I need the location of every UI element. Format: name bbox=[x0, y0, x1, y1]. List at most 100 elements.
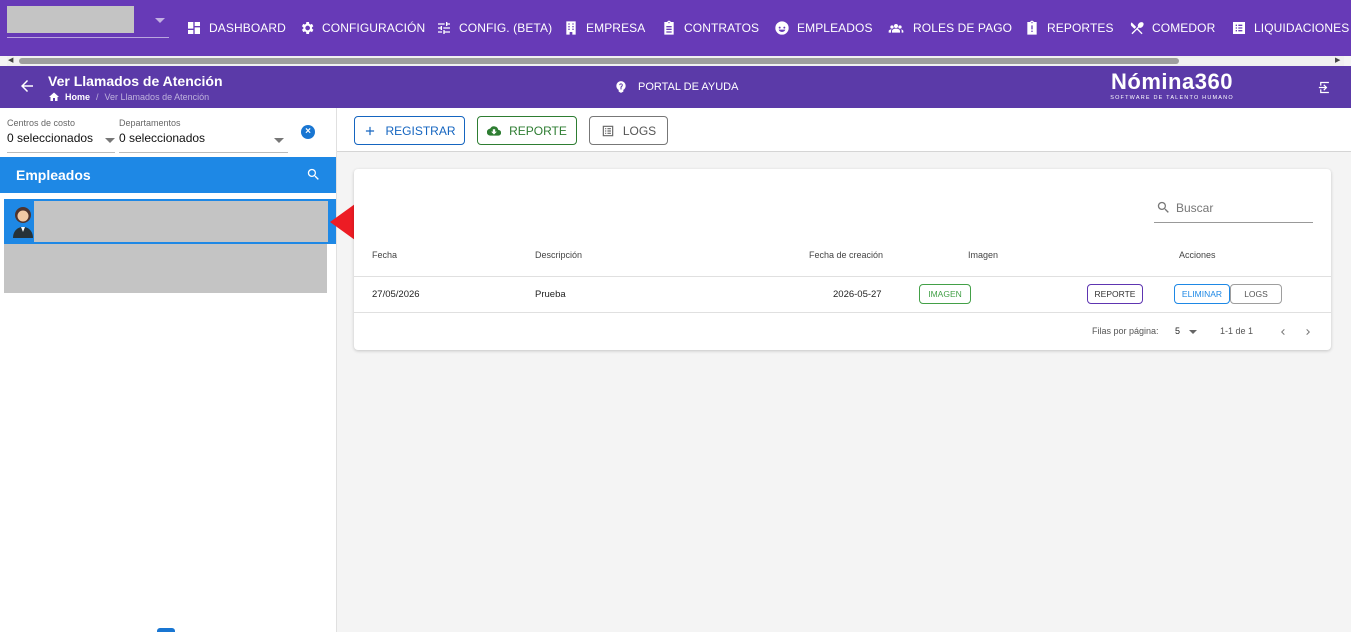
cost-center-filter[interactable]: Centros de costo 0 seleccionados bbox=[7, 118, 93, 145]
department-label: Departamentos bbox=[119, 118, 181, 128]
nav-reportes[interactable]: REPORTES bbox=[1024, 0, 1114, 56]
nav-dashboard[interactable]: DASHBOARD bbox=[186, 0, 286, 56]
breadcrumb-separator: / bbox=[96, 92, 99, 102]
people-icon bbox=[888, 24, 904, 33]
row-divider bbox=[354, 312, 1331, 313]
company-selector[interactable] bbox=[7, 6, 134, 33]
column-header-acciones: Acciones bbox=[1179, 250, 1216, 260]
nav-roles-label: ROLES DE PAGO bbox=[913, 21, 1013, 35]
logout-button[interactable] bbox=[1317, 80, 1332, 100]
report-label: REPORTE bbox=[509, 123, 567, 138]
cell-fecha: 27/05/2026 bbox=[372, 289, 420, 300]
chevron-down-icon[interactable] bbox=[155, 18, 165, 23]
column-header-fecha-creacion[interactable]: Fecha de creación bbox=[809, 250, 883, 260]
next-page-button[interactable] bbox=[1302, 325, 1314, 337]
brand-tagline: SOFTWARE DE TALENTO HUMANO bbox=[1110, 95, 1234, 101]
employee-list-item-selected[interactable] bbox=[4, 199, 336, 244]
nav-comedor[interactable]: COMEDOR bbox=[1129, 0, 1215, 56]
page-range: 1-1 de 1 bbox=[1220, 326, 1254, 336]
department-filter[interactable]: Departamentos 0 seleccionados bbox=[119, 118, 205, 145]
plus-icon bbox=[366, 126, 375, 135]
scroll-left-icon[interactable]: ◀ bbox=[8, 57, 13, 65]
top-navbar: DASHBOARD CONFIGURACIÓN CONFIG. (BETA) E… bbox=[0, 0, 1351, 56]
nav-configuracion-label: CONFIGURACIÓN bbox=[322, 21, 426, 35]
nav-empleados-label: EMPLEADOS bbox=[797, 21, 873, 35]
row-report-button[interactable]: REPORTE bbox=[1087, 284, 1143, 304]
help-icon bbox=[616, 81, 626, 93]
company-selector-underline bbox=[7, 37, 169, 38]
row-logs-button[interactable]: LOGS bbox=[1230, 284, 1282, 304]
building-icon bbox=[566, 21, 576, 35]
employee-name-redacted bbox=[34, 201, 328, 242]
dashboard-icon bbox=[188, 22, 200, 34]
nav-dashboard-label: DASHBOARD bbox=[209, 21, 286, 35]
chevron-down-icon[interactable] bbox=[274, 138, 284, 143]
home-icon bbox=[49, 92, 59, 101]
nav-empresa[interactable]: EMPRESA bbox=[563, 0, 645, 56]
breadcrumb-home[interactable]: Home bbox=[65, 92, 90, 102]
records-table-card: Fecha Descripción Fecha de creación Imag… bbox=[354, 169, 1331, 350]
arrow-left-icon bbox=[21, 80, 33, 92]
rows-per-page-label: Filas por página: bbox=[1092, 326, 1159, 336]
face-icon bbox=[775, 21, 789, 35]
prev-page-button[interactable] bbox=[1277, 325, 1289, 337]
nav-config-beta[interactable]: CONFIG. (BETA) bbox=[436, 0, 552, 56]
help-label: PORTAL DE AYUDA bbox=[638, 81, 739, 93]
department-underline bbox=[119, 152, 288, 153]
nav-comedor-label: COMEDOR bbox=[1152, 21, 1216, 35]
nav-configuracion[interactable]: CONFIGURACIÓN bbox=[299, 0, 425, 56]
logout-icon bbox=[1318, 81, 1329, 94]
nav-liquidaciones-label: LIQUIDACIONES bbox=[1254, 21, 1350, 35]
page-header-bar: Ver Llamados de Atención Home / Ver Llam… bbox=[0, 66, 1351, 108]
nav-liquidaciones[interactable]: LIQUIDACIONES bbox=[1231, 0, 1349, 56]
department-value: 0 seleccionados bbox=[119, 131, 206, 145]
column-header-imagen: Imagen bbox=[968, 250, 999, 260]
column-header-fecha[interactable]: Fecha bbox=[372, 250, 397, 260]
search-input[interactable] bbox=[1176, 198, 1306, 218]
scroll-right-icon[interactable]: ▶ bbox=[1335, 57, 1340, 65]
clear-filters-button[interactable]: × bbox=[301, 125, 315, 139]
nav-horizontal-scrollbar[interactable]: ◀ ▶ bbox=[7, 56, 1344, 66]
header-divider bbox=[354, 276, 1331, 277]
nav-roles-de-pago[interactable]: ROLES DE PAGO bbox=[886, 0, 1012, 56]
cost-center-label: Centros de costo bbox=[7, 118, 76, 128]
nav-empleados[interactable]: EMPLEADOS bbox=[774, 0, 873, 56]
table-search[interactable] bbox=[1154, 197, 1313, 223]
list-icon bbox=[602, 125, 614, 136]
employee-search-button[interactable] bbox=[306, 167, 321, 187]
scrollbar-thumb[interactable] bbox=[19, 58, 1179, 64]
brand-name: Nómina360 bbox=[1111, 69, 1233, 94]
gear-icon bbox=[301, 22, 314, 34]
chevron-down-icon[interactable] bbox=[105, 138, 115, 143]
register-label: REGISTRAR bbox=[385, 123, 456, 138]
view-image-button[interactable]: IMAGEN bbox=[919, 284, 971, 304]
nav-contratos-label: CONTRATOS bbox=[684, 21, 760, 35]
delete-button[interactable]: ELIMINAR bbox=[1174, 284, 1230, 304]
sliders-icon bbox=[438, 22, 450, 34]
employee-sidebar: Centros de costo 0 seleccionados Departa… bbox=[0, 108, 337, 632]
chevron-right-icon bbox=[1306, 329, 1310, 335]
employees-header: Empleados bbox=[0, 157, 336, 193]
logs-button[interactable]: LOGS bbox=[589, 116, 668, 145]
cost-center-value: 0 seleccionados bbox=[7, 131, 94, 145]
logs-label: LOGS bbox=[622, 123, 657, 138]
rows-per-page-select[interactable]: 5 bbox=[1175, 326, 1180, 336]
cell-fecha-creacion: 2026-05-27 bbox=[833, 289, 882, 300]
nav-empresa-label: EMPRESA bbox=[586, 21, 646, 35]
employee-list-item[interactable] bbox=[4, 244, 327, 293]
column-header-descripcion[interactable]: Descripción bbox=[535, 250, 582, 260]
register-button[interactable]: REGISTRAR bbox=[354, 116, 465, 145]
nav-contratos[interactable]: CONTRATOS bbox=[661, 0, 759, 56]
back-button[interactable] bbox=[18, 77, 38, 97]
breadcrumb: Home / Ver Llamados de Atención bbox=[48, 91, 209, 103]
cloud-download-icon bbox=[487, 125, 502, 136]
scroll-indicator bbox=[157, 628, 175, 632]
chevron-down-icon[interactable] bbox=[1189, 330, 1197, 334]
search-icon bbox=[1157, 201, 1169, 213]
breadcrumb-current: Ver Llamados de Atención bbox=[104, 92, 210, 102]
action-toolbar: REGISTRAR REPORTE LOGS bbox=[337, 108, 1351, 152]
list-icon bbox=[1233, 22, 1245, 34]
help-portal-link[interactable]: PORTAL DE AYUDA bbox=[614, 80, 738, 94]
report-button[interactable]: REPORTE bbox=[477, 116, 577, 145]
employees-title: Empleados bbox=[16, 167, 91, 183]
